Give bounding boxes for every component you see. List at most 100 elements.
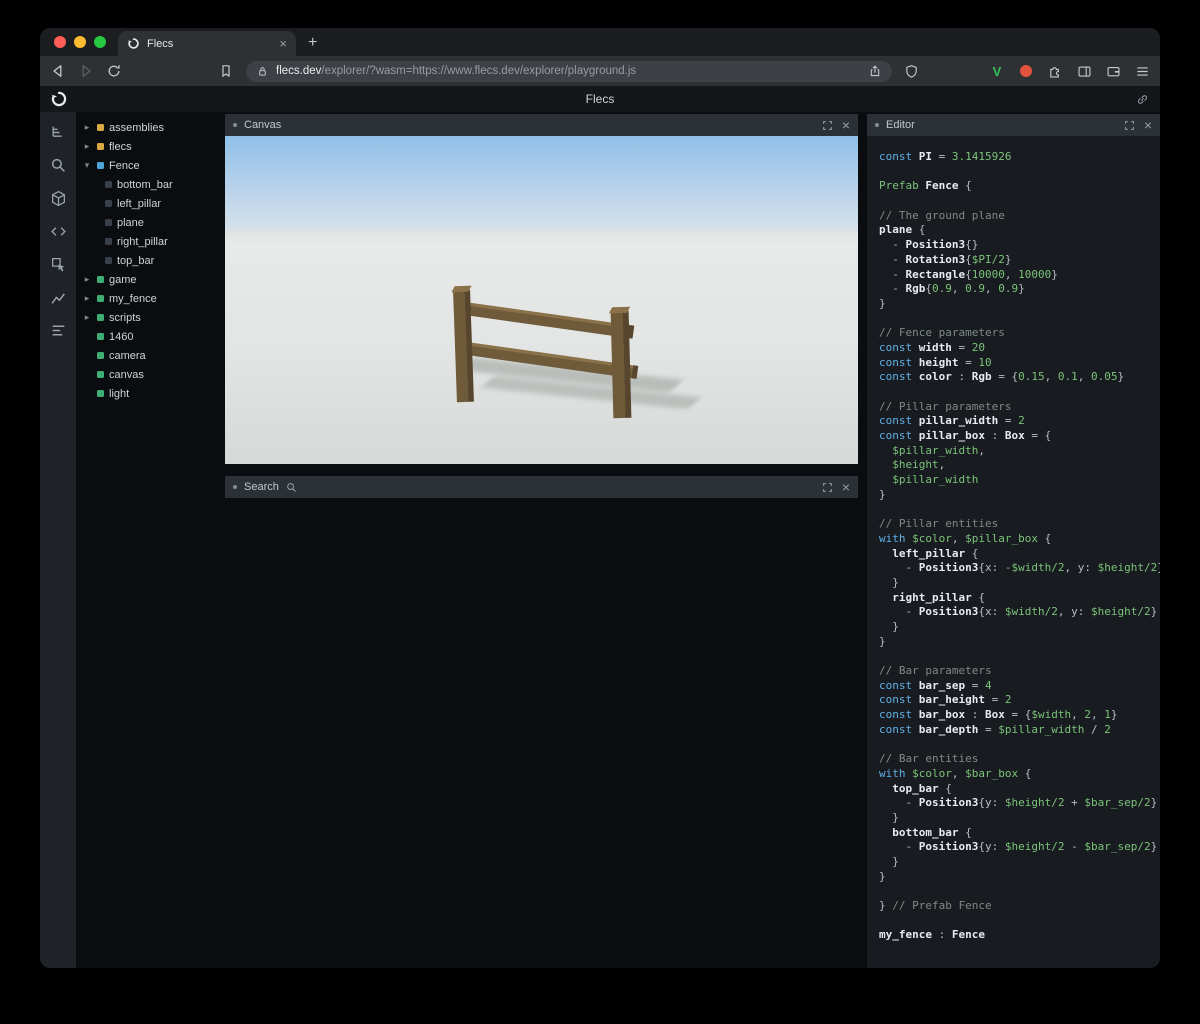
app-title: Flecs — [40, 92, 1160, 106]
tree-item-label: bottom_bar — [117, 179, 173, 191]
code-line: - Position3{y: $height/2 - $bar_sep/2} — [879, 840, 1152, 855]
entity-kind-icon — [97, 162, 104, 169]
tree-item-scripts[interactable]: ▸scripts — [76, 308, 222, 327]
flecs-favicon-icon — [127, 37, 140, 50]
entity-kind-icon — [105, 200, 112, 207]
tree-item-1460[interactable]: 1460 — [76, 327, 222, 346]
extensions-puzzle-icon[interactable] — [1047, 63, 1063, 79]
entity-kind-icon — [105, 181, 112, 188]
tree-expand-arrow-icon[interactable]: ▸ — [82, 312, 92, 323]
code-line: } — [879, 855, 1152, 870]
tree-item-right_pillar[interactable]: right_pillar — [76, 232, 222, 251]
tree-item-plane[interactable]: plane — [76, 213, 222, 232]
icon-rail — [40, 112, 76, 968]
vpn-extension-icon[interactable]: V — [989, 63, 1005, 79]
code-line — [879, 503, 1152, 518]
panel-handle-icon — [875, 123, 879, 127]
tree-item-bottom_bar[interactable]: bottom_bar — [76, 175, 222, 194]
tree-item-label: game — [109, 274, 137, 286]
tree-expand-arrow-icon[interactable]: ▸ — [82, 293, 92, 304]
tree-expand-arrow-icon[interactable]: ▸ — [82, 274, 92, 285]
search-panel-actions: × — [822, 480, 850, 494]
editor-panel-actions: × — [1124, 118, 1152, 132]
code-line: top_bar { — [879, 782, 1152, 797]
code-button[interactable] — [46, 219, 70, 243]
url-path: /explorer/?wasm=https://www.flecs.dev/ex… — [321, 65, 636, 77]
tree-item-left_pillar[interactable]: left_pillar — [76, 194, 222, 213]
close-icon[interactable]: × — [842, 480, 850, 494]
tree-expand-arrow-icon[interactable]: ▾ — [82, 160, 92, 171]
tree-item-light[interactable]: light — [76, 384, 222, 403]
tree-expand-arrow-icon[interactable]: ▸ — [82, 141, 92, 152]
close-icon[interactable]: × — [842, 118, 850, 132]
expand-icon[interactable] — [822, 120, 833, 131]
close-icon[interactable]: × — [1144, 118, 1152, 132]
tree-item-label: left_pillar — [117, 198, 161, 210]
code-line — [879, 312, 1152, 327]
share-icon[interactable] — [868, 64, 882, 78]
sidebar-toggle-icon[interactable] — [1076, 63, 1092, 79]
stats-button[interactable] — [46, 318, 70, 342]
code-line: $pillar_width — [879, 473, 1152, 488]
chart-button[interactable] — [46, 285, 70, 309]
cube-icon — [50, 190, 67, 207]
tree-item-label: Fence — [109, 160, 140, 172]
editor-code[interactable]: const PI = 3.1415926 Prefab Fence { // T… — [867, 136, 1160, 968]
window-minimize-button[interactable] — [74, 36, 86, 48]
tree-item-top_bar[interactable]: top_bar — [76, 251, 222, 270]
canvas-panel-header: Canvas × — [225, 114, 858, 136]
inspect-button[interactable] — [46, 252, 70, 276]
code-line — [879, 385, 1152, 400]
search-panel: Search × — [225, 476, 858, 968]
tab-close-icon[interactable]: × — [279, 37, 287, 50]
tree-item-camera[interactable]: camera — [76, 346, 222, 365]
editor-panel-title: Editor — [886, 119, 915, 131]
search-icon — [50, 157, 67, 174]
entity-kind-icon — [97, 276, 104, 283]
code-line: } — [879, 635, 1152, 650]
forward-button[interactable] — [78, 63, 94, 79]
search-button[interactable] — [46, 153, 70, 177]
panel-handle-icon — [233, 485, 237, 489]
canvas-3d-viewport[interactable] — [225, 136, 858, 464]
reload-button[interactable] — [106, 63, 122, 79]
window-zoom-button[interactable] — [94, 36, 106, 48]
code-line: right_pillar { — [879, 591, 1152, 606]
expand-icon[interactable] — [822, 482, 833, 493]
panel-handle-icon — [233, 123, 237, 127]
address-bar[interactable]: flecs.dev/explorer/?wasm=https://www.fle… — [246, 61, 892, 82]
menu-icon[interactable] — [1134, 63, 1150, 79]
cube-button[interactable] — [46, 186, 70, 210]
flecs-logo-icon[interactable] — [50, 90, 68, 108]
bookmark-icon[interactable] — [218, 63, 234, 79]
shield-icon[interactable] — [904, 64, 919, 79]
tree-item-assemblies[interactable]: ▸assemblies — [76, 118, 222, 137]
scene-horizon — [225, 226, 858, 242]
tree-item-label: 1460 — [109, 331, 133, 343]
code-line: // Pillar parameters — [879, 400, 1152, 415]
browser-tab[interactable]: Flecs × — [118, 31, 296, 56]
editor-panel: Editor × const PI = 3.1415926 Prefab Fen… — [867, 112, 1160, 968]
code-line: } — [879, 297, 1152, 312]
tree-item-canvas[interactable]: canvas — [76, 365, 222, 384]
code-line: - Rectangle{10000, 10000} — [879, 268, 1152, 283]
tree-item-label: top_bar — [117, 255, 154, 267]
back-button[interactable] — [50, 63, 66, 79]
code-line: } — [879, 620, 1152, 635]
adblock-extension-icon[interactable] — [1018, 63, 1034, 79]
wallet-icon[interactable] — [1105, 63, 1121, 79]
tree-item-label: light — [109, 388, 129, 400]
canvas-panel: Canvas × — [225, 114, 858, 464]
tree-expand-arrow-icon[interactable]: ▸ — [82, 122, 92, 133]
code-line: const bar_box : Box = {$width, 2, 1} — [879, 708, 1152, 723]
tree-item-flecs[interactable]: ▸flecs — [76, 137, 222, 156]
expand-icon[interactable] — [1124, 120, 1135, 131]
tree-item-game[interactable]: ▸ game — [76, 270, 222, 289]
share-link-icon[interactable] — [1135, 92, 1150, 107]
code-line: } — [879, 811, 1152, 826]
new-tab-button[interactable]: + — [308, 35, 317, 51]
tree-item-Fence[interactable]: ▾ Fence — [76, 156, 222, 175]
window-close-button[interactable] — [54, 36, 66, 48]
tree-button[interactable] — [46, 120, 70, 144]
tree-item-my_fence[interactable]: ▸my_fence — [76, 289, 222, 308]
